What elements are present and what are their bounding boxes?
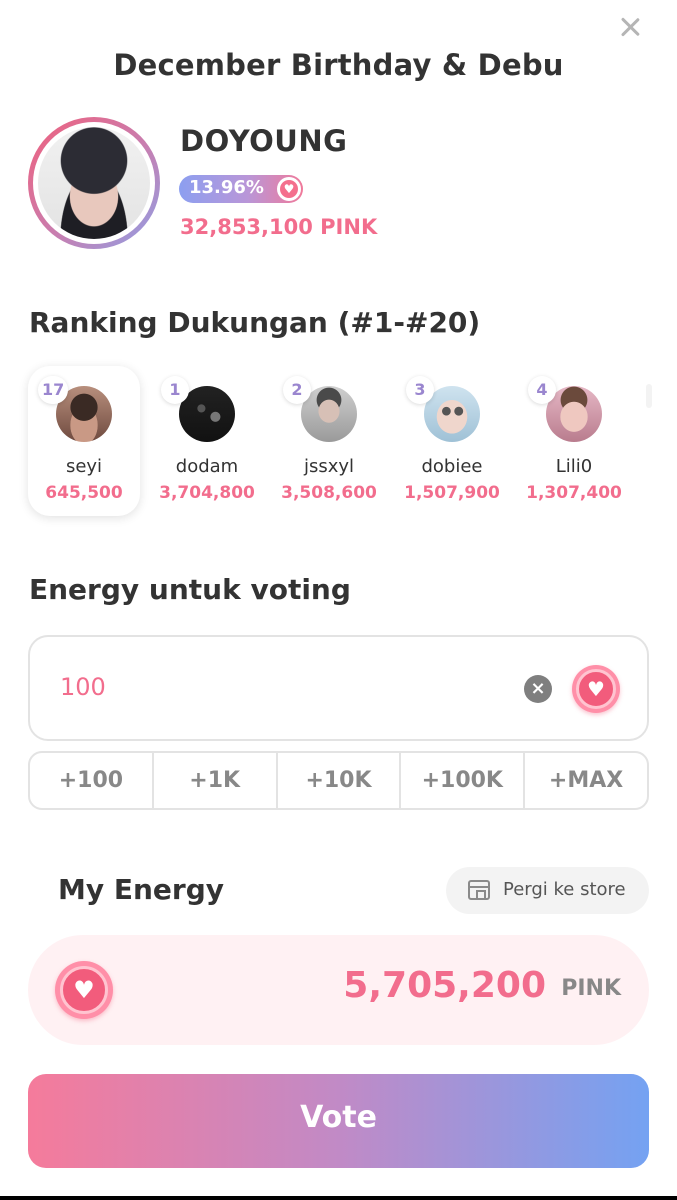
ranking-points: 3,704,800	[159, 483, 255, 503]
vote-sheet: December Birthday & Debu DOYOUNG 13.96% …	[0, 0, 677, 1196]
ranking-card-self[interactable]: 17 seyi 645,500	[28, 366, 140, 516]
idol-name: DOYOUNG	[180, 124, 348, 158]
rank-badge: 3	[406, 376, 434, 404]
ranking-title: Ranking Dukungan (#1-#20)	[29, 306, 481, 339]
ranking-card[interactable]: 3 dobiee 1,507,900	[396, 366, 508, 516]
ranking-points: 3,508,600	[281, 483, 377, 503]
rank-badge: 1	[161, 376, 189, 404]
quick-add-100k-button[interactable]: +100K	[401, 753, 526, 808]
quick-amount-buttons: +100 +1K +10K +100K +MAX	[28, 751, 649, 810]
ranking-name: jssxyl	[303, 456, 355, 477]
clear-icon[interactable]: ×	[524, 675, 552, 703]
percent-text: 13.96%	[189, 177, 264, 198]
ranking-card[interactable]: 2 jssxyl 3,508,600	[273, 366, 385, 516]
quick-add-max-button[interactable]: +MAX	[525, 753, 647, 808]
close-icon[interactable]	[615, 12, 645, 42]
rank-badge: 2	[283, 376, 311, 404]
vote-button[interactable]: Vote	[28, 1074, 649, 1168]
idol-pink-total: 32,853,100 PINK	[180, 215, 378, 239]
ranking-card[interactable]: 4 Lili0 1,307,400	[518, 366, 630, 516]
store-icon	[468, 880, 490, 900]
percent-badge: 13.96% ♥	[179, 175, 303, 203]
page-title: December Birthday & Debu	[113, 48, 564, 82]
ranking-points: 645,500	[45, 483, 123, 503]
go-to-store-button[interactable]: Pergi ke store	[446, 867, 649, 914]
quick-add-100-button[interactable]: +100	[30, 753, 154, 808]
heart-icon: ♥	[572, 665, 620, 713]
my-energy-label: My Energy	[58, 873, 225, 906]
energy-input[interactable]: 100 × ♥	[28, 635, 649, 741]
idol-avatar-frame	[33, 122, 155, 244]
heart-icon: ♥	[55, 961, 113, 1019]
energy-input-value[interactable]: 100	[60, 673, 106, 701]
ranking-points: 1,307,400	[526, 483, 622, 503]
idol-avatar	[28, 117, 160, 249]
energy-balance: ♥ 5,705,200 PINK	[28, 935, 649, 1045]
energy-title: Energy untuk voting	[29, 573, 351, 606]
store-button-label: Pergi ke store	[503, 879, 626, 900]
ranking-name: dobiee	[421, 456, 483, 477]
ranking-name: dodam	[175, 456, 239, 477]
vote-button-label: Vote	[300, 1100, 377, 1135]
ranking-list[interactable]: 17 seyi 645,500 1 dodam 3,704,800 2 jssx…	[0, 366, 677, 518]
quick-add-10k-button[interactable]: +10K	[278, 753, 402, 808]
next-card-peek	[646, 384, 652, 408]
rank-badge: 4	[528, 376, 556, 404]
quick-add-1k-button[interactable]: +1K	[154, 753, 278, 808]
idol-photo	[38, 127, 150, 239]
rank-badge: 17	[38, 376, 69, 404]
ranking-name: Lili0	[555, 456, 593, 477]
heart-icon: ♥	[277, 177, 301, 201]
ranking-card[interactable]: 1 dodam 3,704,800	[151, 366, 263, 516]
ranking-points: 1,507,900	[404, 483, 500, 503]
ranking-name: seyi	[65, 456, 103, 477]
balance-value: 5,705,200	[343, 965, 546, 1006]
balance-unit: PINK	[561, 976, 621, 1001]
